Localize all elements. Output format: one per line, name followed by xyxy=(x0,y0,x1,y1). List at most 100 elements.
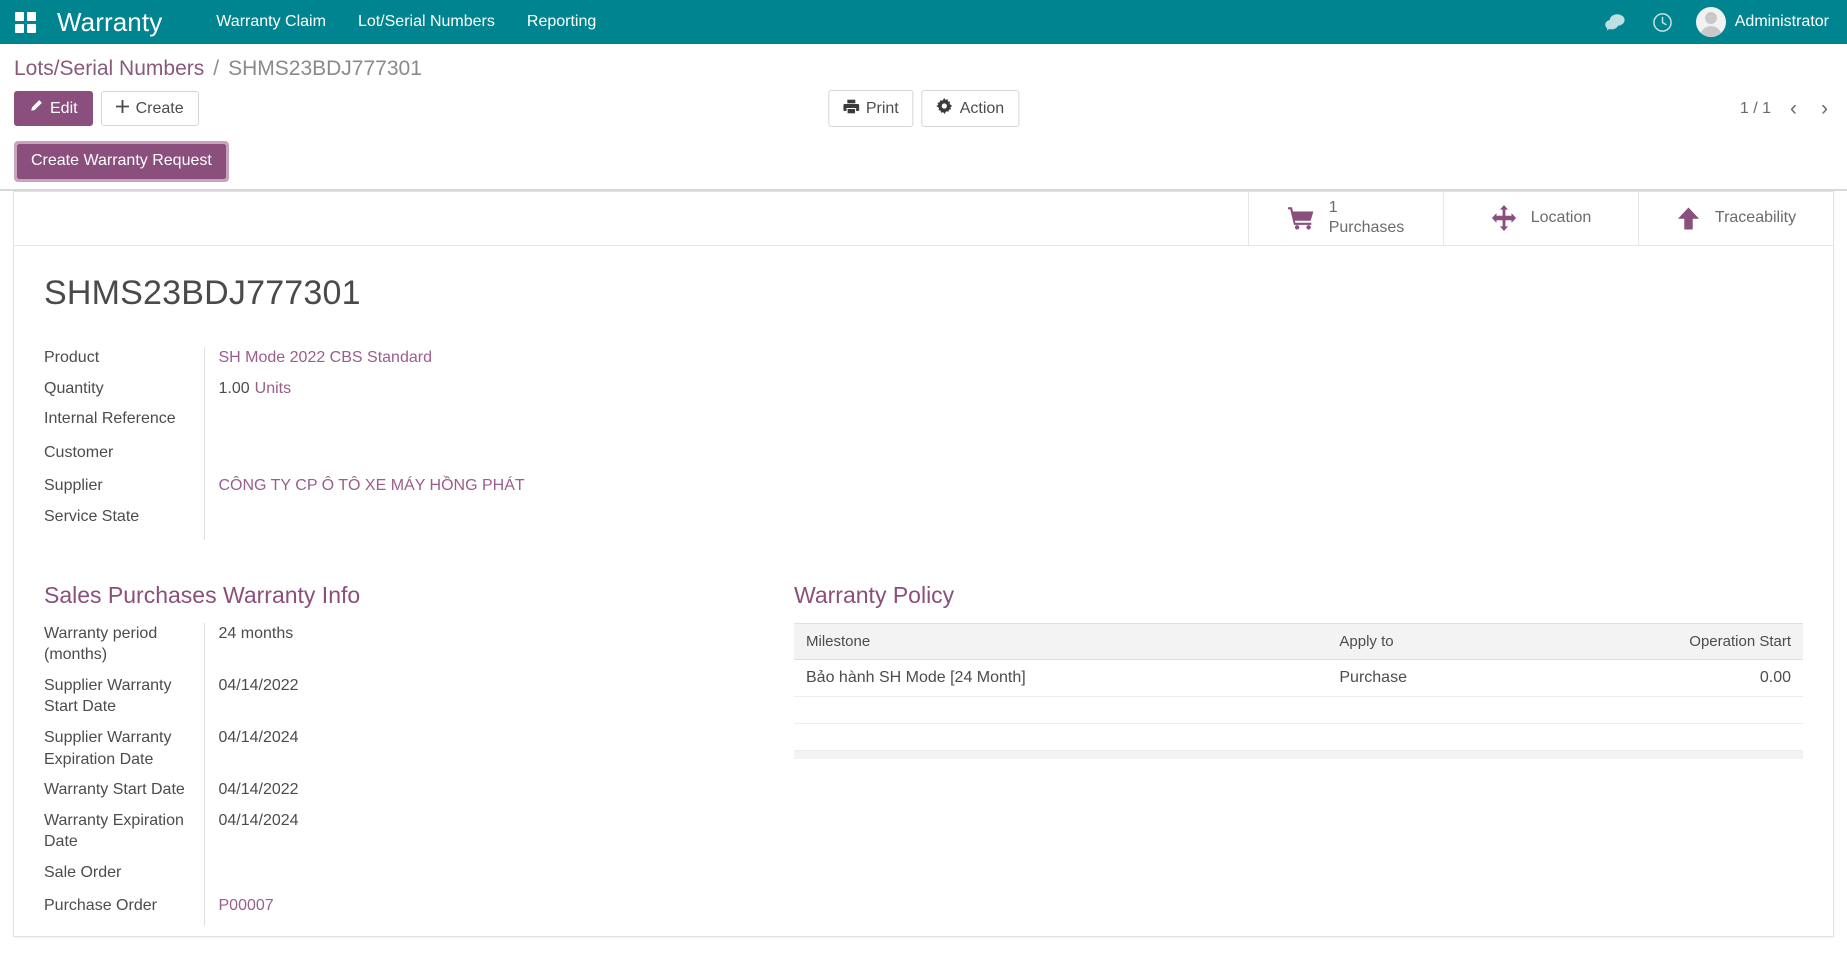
stat-button-traceability[interactable]: Traceability xyxy=(1638,191,1833,245)
field-label-supplier-warranty-start-date: Supplier Warranty Start Date xyxy=(44,676,172,716)
quantity-unit: Units xyxy=(254,379,292,397)
field-row-service-state: Service State xyxy=(44,505,534,540)
create-warranty-request-button[interactable]: Create Warranty Request xyxy=(17,144,226,179)
sheet-background: 1 Purchases Location Traceability SHMS23… xyxy=(0,190,1847,938)
cell-apply-to: Purchase xyxy=(1327,659,1528,697)
arrow-up-icon xyxy=(1676,206,1701,231)
table-header-row: Milestone Apply to Operation Start xyxy=(794,622,1803,660)
apps-menu-icon[interactable] xyxy=(8,5,42,39)
field-label-supplier: Supplier xyxy=(44,477,103,495)
arrows-move-icon xyxy=(1491,205,1517,232)
warranty-policy-title: Warranty Policy xyxy=(794,581,955,608)
field-row-supplier-warranty-start-date: Supplier Warranty Start Date 04/14/2022 xyxy=(44,674,534,727)
purchase-order-link[interactable]: P00007 xyxy=(219,897,274,914)
stat-text-purchases: 1 Purchases xyxy=(1329,198,1405,238)
stat-text-traceability: Traceability xyxy=(1715,208,1796,228)
create-button[interactable]: Create xyxy=(100,91,199,127)
shopping-cart-icon xyxy=(1287,206,1315,231)
field-label-service-state: Service State xyxy=(44,507,140,525)
table-filler-row xyxy=(794,723,1803,751)
field-value-warranty-period: 24 months xyxy=(203,622,534,675)
menu-item-reporting[interactable]: Reporting xyxy=(511,0,612,44)
control-panel-center-buttons: Print Action xyxy=(827,90,1020,128)
menu-item-lot-serial-numbers[interactable]: Lot/Serial Numbers xyxy=(342,0,511,44)
main-menu: Warranty Claim Lot/Serial Numbers Report… xyxy=(200,0,612,44)
control-panel-buttons: Edit Create Print Action 1 / 1 ‹ › xyxy=(0,85,1847,136)
printer-icon xyxy=(842,99,859,119)
quantity-value: 1.00 xyxy=(218,379,250,397)
stat-value-purchases: 1 xyxy=(1328,199,1338,217)
field-value-purchase-order: P00007 xyxy=(203,895,534,927)
action-button-label: Action xyxy=(959,100,1005,117)
breadcrumb-current: SHMS23BDJ777301 xyxy=(228,57,422,80)
table-row[interactable]: Bảo hành SH Mode [24 Month] Purchase 0.0… xyxy=(794,659,1803,697)
avatar xyxy=(1695,7,1726,37)
field-value-service-state xyxy=(203,505,534,540)
activities-clock-icon[interactable] xyxy=(1639,0,1686,44)
column-header-operation-start[interactable]: Operation Start xyxy=(1527,622,1803,660)
page-title: SHMS23BDJ777301 xyxy=(44,273,361,312)
field-label-warranty-period: Warranty period (months) xyxy=(44,624,158,664)
field-value-warranty-start-date: 04/14/2022 xyxy=(203,779,534,810)
field-value-warranty-expiration-date: 04/14/2024 xyxy=(203,809,534,862)
field-row-quantity: Quantity 1.00 Units xyxy=(44,377,534,409)
form-sheet: 1 Purchases Location Traceability SHMS23… xyxy=(13,190,1834,938)
field-value-supplier: CÔNG TY CP Ô TÔ XE MÁY HỒNG PHÁT xyxy=(203,475,534,506)
field-label-product: Product xyxy=(44,348,100,366)
apps-grid-icon xyxy=(14,11,36,33)
column-header-apply-to[interactable]: Apply to xyxy=(1327,622,1528,660)
pager-next-button[interactable]: › xyxy=(1816,98,1833,119)
messages-icon[interactable] xyxy=(1591,0,1639,44)
warranty-policy-table-head: Milestone Apply to Operation Start xyxy=(794,622,1803,660)
field-label-purchase-order: Purchase Order xyxy=(44,897,157,915)
field-row-warranty-expiration-date: Warranty Expiration Date 04/14/2024 xyxy=(44,809,534,862)
user-name: Administrator xyxy=(1734,13,1829,30)
app-brand-title[interactable]: Warranty xyxy=(57,7,162,38)
print-button-label: Print xyxy=(865,100,899,117)
pager-previous-button[interactable]: ‹ xyxy=(1785,98,1802,119)
stat-button-purchases[interactable]: 1 Purchases xyxy=(1248,191,1443,245)
field-label-customer: Customer xyxy=(44,443,114,461)
edit-button[interactable]: Edit xyxy=(14,91,93,127)
field-value-sale-order xyxy=(203,861,534,896)
table-footer-row xyxy=(794,749,1803,760)
breadcrumb: Lots/Serial Numbers / SHMS23BDJ777301 xyxy=(0,44,1847,85)
field-value-supplier-warranty-start-date: 04/14/2022 xyxy=(203,674,534,727)
print-button[interactable]: Print xyxy=(827,90,914,128)
product-link[interactable]: SH Mode 2022 CBS Standard xyxy=(219,349,432,366)
warranty-policy-table: Milestone Apply to Operation Start Bảo h… xyxy=(794,622,1803,760)
create-warranty-request-focus-ring: Create Warranty Request xyxy=(14,141,229,182)
field-row-sale-order: Sale Order xyxy=(44,861,534,896)
stat-label-traceability: Traceability xyxy=(1714,209,1797,227)
main-field-group: Product SH Mode 2022 CBS Standard Quanti… xyxy=(44,346,534,540)
pager: 1 / 1 ‹ › xyxy=(1740,98,1833,119)
stat-label-location: Location xyxy=(1530,209,1592,227)
breadcrumb-separator: / xyxy=(213,57,220,80)
field-label-supplier-warranty-expiration-date: Supplier Warranty Expiration Date xyxy=(44,728,172,768)
field-label-internal-reference: Internal Reference xyxy=(44,410,176,428)
stat-text-location: Location xyxy=(1531,208,1592,228)
field-row-warranty-start-date: Warranty Start Date 04/14/2022 xyxy=(44,779,534,810)
field-value-supplier-warranty-expiration-date: 04/14/2024 xyxy=(203,726,534,780)
cell-milestone: Bảo hành SH Mode [24 Month] xyxy=(794,659,1328,697)
field-value-quantity: 1.00 Units xyxy=(203,377,534,409)
cell-operation-start: 0.00 xyxy=(1527,659,1803,697)
field-row-internal-reference: Internal Reference xyxy=(44,408,534,442)
stat-button-location[interactable]: Location xyxy=(1443,191,1638,245)
field-row-product: Product SH Mode 2022 CBS Standard xyxy=(44,346,534,378)
systray: Administrator xyxy=(1591,0,1833,44)
field-value-internal-reference xyxy=(203,408,534,442)
warranty-policy-group: Warranty Policy Milestone Apply to Opera… xyxy=(794,582,1803,927)
breadcrumb-parent[interactable]: Lots/Serial Numbers xyxy=(14,57,204,81)
user-menu[interactable]: Administrator xyxy=(1686,0,1833,44)
action-button[interactable]: Action xyxy=(921,90,1020,128)
field-label-sale-order: Sale Order xyxy=(44,863,122,881)
menu-item-warranty-claim[interactable]: Warranty Claim xyxy=(200,0,342,44)
form-view: 1 Purchases Location Traceability SHMS23… xyxy=(0,190,1847,962)
column-header-milestone[interactable]: Milestone xyxy=(794,622,1328,660)
pager-value: 1 / 1 xyxy=(1739,99,1771,117)
field-label-warranty-expiration-date: Warranty Expiration Date xyxy=(44,811,184,851)
stat-label-purchases: Purchases xyxy=(1328,219,1405,237)
field-row-customer: Customer xyxy=(44,441,534,476)
supplier-link[interactable]: CÔNG TY CP Ô TÔ XE MÁY HỒNG PHÁT xyxy=(219,477,525,494)
